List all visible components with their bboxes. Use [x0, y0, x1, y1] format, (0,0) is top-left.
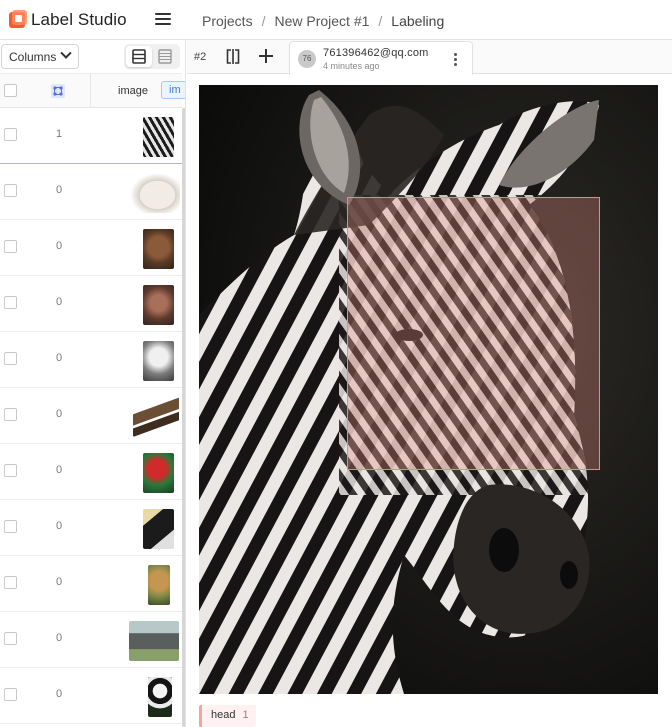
bear-thumbnail — [143, 229, 174, 269]
task-row[interactable]: 0 — [0, 668, 182, 724]
task-row[interactable]: 0 — [0, 612, 182, 668]
table-header: image im — [0, 73, 185, 109]
annotations-column-icon[interactable] — [51, 84, 65, 98]
annotation-count: 0 — [55, 576, 63, 588]
breadcrumb-project[interactable]: New Project #1 — [274, 13, 369, 29]
column-separator — [90, 74, 91, 109]
task-row[interactable]: 0 — [0, 276, 182, 332]
row-checkbox[interactable] — [4, 240, 17, 253]
panda-thumbnail — [148, 677, 172, 717]
eagle-thumbnail — [133, 397, 179, 437]
top-bar: Label Studio Projects / New Project #1/Lab… — [0, 0, 672, 40]
column-header-image[interactable]: image — [118, 85, 148, 97]
row-checkbox[interactable] — [4, 576, 17, 589]
task-list-toolbar: Columns — [0, 40, 185, 73]
annotation-count: 0 — [55, 296, 63, 308]
annotation-count: 0 — [55, 240, 63, 252]
split-view-icon[interactable] — [226, 49, 240, 64]
annotation-count: 0 — [55, 408, 63, 420]
chevron-down-icon — [60, 47, 72, 59]
row-checkbox[interactable] — [4, 520, 17, 533]
row-checkbox[interactable] — [4, 296, 17, 309]
column-type-tag: im — [161, 81, 185, 99]
hamburger-menu-icon[interactable] — [153, 10, 173, 30]
annotation-tab-bar: #2 76 761396462@qq.com 4 minutes ago — [187, 40, 672, 75]
hornbill-thumbnail — [143, 509, 174, 549]
task-row[interactable]: 0 — [0, 220, 182, 276]
task-row[interactable]: 0 — [0, 332, 182, 388]
annotation-tab[interactable]: 76 761396462@qq.com 4 minutes ago — [289, 41, 473, 75]
avatar: 76 — [298, 50, 316, 68]
raccoon-thumbnail — [129, 621, 179, 661]
labeling-image-canvas[interactable] — [199, 85, 658, 694]
task-row[interactable]: 0 — [0, 556, 182, 612]
breadcrumb: Projects / New Project #1/Labeling — [202, 13, 445, 29]
region-label-chip[interactable]: head 1 — [199, 705, 256, 727]
annotation-time: 4 minutes ago — [323, 61, 380, 71]
columns-dropdown[interactable]: Columns — [1, 44, 79, 69]
annotation-count: 0 — [55, 520, 63, 532]
task-rows: 1 0 0 0 0 0 0 0 0 0 0 — [0, 108, 182, 724]
task-number: #2 — [194, 51, 207, 63]
region-head-bbox[interactable] — [347, 197, 600, 470]
white-monkey-thumbnail — [143, 341, 174, 381]
label-studio-logo-icon[interactable] — [9, 10, 27, 28]
task-list-panel: Columns image im 1 0 0 0 0 0 0 0 0 0 0 — [0, 40, 186, 727]
parrot-thumbnail — [143, 453, 174, 493]
columns-label: Columns — [9, 50, 57, 64]
task-row[interactable]: 1 — [0, 108, 182, 164]
annotation-count: 0 — [55, 184, 63, 196]
region-label: head — [211, 709, 236, 721]
breadcrumb-projects[interactable]: Projects — [202, 13, 253, 29]
breadcrumb-current: Labeling — [391, 13, 445, 29]
row-checkbox[interactable] — [4, 352, 17, 365]
monkey-thumbnail — [143, 285, 174, 325]
task-row[interactable]: 0 — [0, 500, 182, 556]
zebra-thumbnail — [143, 117, 174, 157]
list-view-button[interactable] — [126, 46, 152, 67]
task-row[interactable]: 0 — [0, 388, 182, 444]
row-checkbox[interactable] — [4, 688, 17, 701]
app-name: Label Studio — [31, 10, 127, 29]
view-toggle — [124, 44, 180, 69]
add-annotation-icon[interactable] — [259, 49, 273, 63]
annotation-user: 761396462@qq.com — [323, 47, 429, 59]
row-checkbox[interactable] — [4, 408, 17, 421]
row-checkbox[interactable] — [4, 632, 17, 645]
polar-bear-thumbnail — [130, 173, 180, 213]
list-view-icon — [132, 49, 146, 64]
annotation-count: 1 — [55, 128, 63, 140]
select-all-checkbox[interactable] — [4, 84, 17, 97]
grid-view-button[interactable] — [152, 46, 178, 67]
more-options-icon[interactable] — [454, 53, 458, 67]
annotation-count: 0 — [55, 464, 63, 476]
task-row[interactable]: 0 — [0, 164, 182, 220]
row-checkbox[interactable] — [4, 128, 17, 141]
scrollbar[interactable] — [182, 108, 185, 727]
task-row[interactable]: 0 — [0, 444, 182, 500]
annotation-count: 0 — [55, 352, 63, 364]
annotation-count: 0 — [55, 688, 63, 700]
row-checkbox[interactable] — [4, 184, 17, 197]
lion-thumbnail — [148, 565, 170, 605]
row-checkbox[interactable] — [4, 464, 17, 477]
region-hotkey: 1 — [242, 709, 249, 721]
table-view-icon — [158, 49, 172, 64]
annotation-count: 0 — [55, 632, 63, 644]
